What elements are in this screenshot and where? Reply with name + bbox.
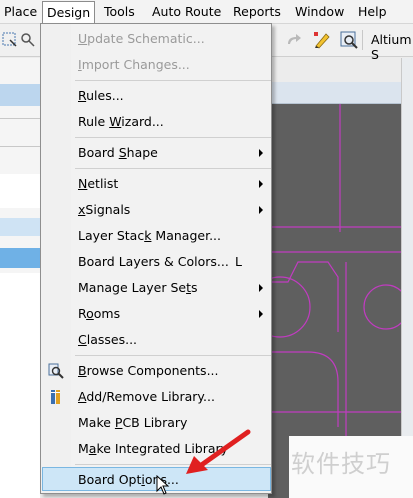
browse-components-icon	[48, 363, 64, 379]
right-panel-strip	[401, 58, 413, 498]
edit-pencil-icon[interactable]	[313, 30, 331, 50]
menu-item-board-layers-colors[interactable]: Board Layers & Colors... L	[42, 250, 271, 274]
annotation-arrow-icon	[186, 429, 251, 474]
menu-item-manage-layer-sets[interactable]: Manage Layer Sets	[42, 276, 271, 300]
watermark-text: 软件技巧	[291, 450, 391, 478]
menu-place[interactable]: Place	[0, 3, 41, 22]
design-menu-dropdown: Update Schematic... Import Changes... Ru…	[40, 23, 272, 494]
menu-item-xsignals[interactable]: xSignals	[42, 198, 271, 222]
document-tab-bar	[268, 82, 413, 104]
menu-item-rooms[interactable]: Rooms	[42, 302, 271, 326]
menu-separator	[75, 137, 271, 138]
submenu-arrow-icon	[259, 310, 263, 318]
menu-item-add-remove-library[interactable]: Add/Remove Library...	[42, 385, 271, 409]
panel-selected-row[interactable]	[0, 248, 40, 268]
toolbar-separator	[362, 30, 363, 50]
select-icon[interactable]	[2, 32, 18, 48]
menu-window[interactable]: Window	[291, 3, 348, 22]
menu-item-browse-components[interactable]: Browse Components...	[42, 359, 271, 383]
panel-section	[0, 218, 40, 236]
menu-item-classes[interactable]: Classes...	[42, 328, 271, 352]
panel-list	[0, 273, 40, 498]
menu-tools[interactable]: Tools	[100, 3, 139, 22]
menu-item-import-changes[interactable]: Import Changes...	[42, 53, 271, 77]
menu-separator	[75, 80, 271, 81]
submenu-arrow-icon	[259, 180, 263, 188]
menu-help[interactable]: Help	[354, 3, 391, 22]
menu-design[interactable]: Design	[42, 1, 96, 24]
menu-item-rules[interactable]: Rules...	[42, 84, 271, 108]
menu-shortcut: L	[235, 254, 242, 269]
submenu-arrow-icon	[259, 206, 263, 214]
panel-field	[0, 174, 40, 208]
inspector-icon[interactable]	[340, 31, 360, 49]
menu-reports[interactable]: Reports	[229, 3, 285, 22]
menu-item-update-schematic[interactable]: Update Schematic...	[42, 27, 271, 51]
menu-item-layer-stack-manager[interactable]: Layer Stack Manager...	[42, 224, 271, 248]
mouse-cursor-icon	[156, 475, 170, 495]
menu-separator	[75, 168, 271, 169]
menu-item-netlist[interactable]: Netlist	[42, 172, 271, 196]
menu-bar: Place Design Tools Auto Route Reports Wi…	[0, 0, 413, 24]
menu-auto-route[interactable]: Auto Route	[148, 3, 225, 22]
left-panel	[0, 58, 40, 498]
menu-item-rule-wizard[interactable]: Rule Wizard...	[42, 110, 271, 134]
zoom-icon[interactable]	[20, 32, 36, 48]
redo-icon[interactable]	[285, 32, 303, 48]
panel-divider	[0, 146, 40, 147]
panel-header	[0, 84, 40, 106]
menu-item-board-shape[interactable]: Board Shape	[42, 141, 271, 165]
submenu-arrow-icon	[259, 149, 263, 157]
menu-separator	[75, 355, 271, 356]
submenu-arrow-icon	[259, 284, 263, 292]
panel-divider	[0, 118, 40, 119]
library-icon	[51, 390, 60, 404]
